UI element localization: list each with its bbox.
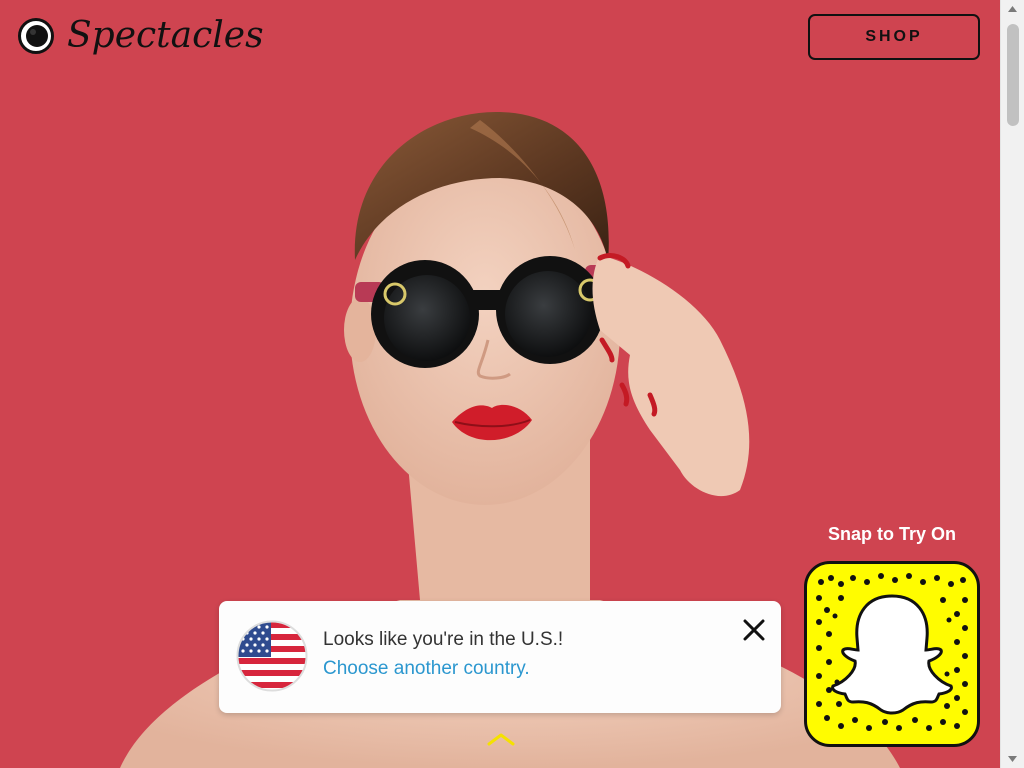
chevron-up-icon[interactable] <box>486 730 516 748</box>
snapchat-ghost-icon <box>816 573 968 731</box>
location-message: Looks like you're in the U.S.! <box>323 629 564 650</box>
shop-button[interactable]: SHOP <box>808 14 980 60</box>
page: Spectacles SHOP Snap to Try On Looks lik… <box>0 0 1000 768</box>
location-toast: Looks like you're in the U.S.! Choose an… <box>219 601 781 713</box>
brand-logo[interactable]: Spectacles <box>17 17 264 55</box>
choose-country-link[interactable]: Choose another country. <box>323 658 530 680</box>
scroll-up-arrow[interactable] <box>1001 0 1024 18</box>
close-icon[interactable] <box>741 617 767 643</box>
scrollbar-thumb[interactable] <box>1007 24 1019 126</box>
spectacles-camera-ring-icon <box>18 18 54 54</box>
snapcode-caption: Snap to Try On <box>827 524 956 544</box>
scrollbar[interactable] <box>1000 0 1024 768</box>
triangle-up-icon <box>1008 6 1017 12</box>
us-flag-icon <box>236 620 308 692</box>
brand-wordmark: Spectacles <box>67 15 264 56</box>
scroll-down-arrow[interactable] <box>1001 750 1024 768</box>
triangle-down-icon <box>1008 756 1017 762</box>
snapcode[interactable] <box>804 561 980 747</box>
